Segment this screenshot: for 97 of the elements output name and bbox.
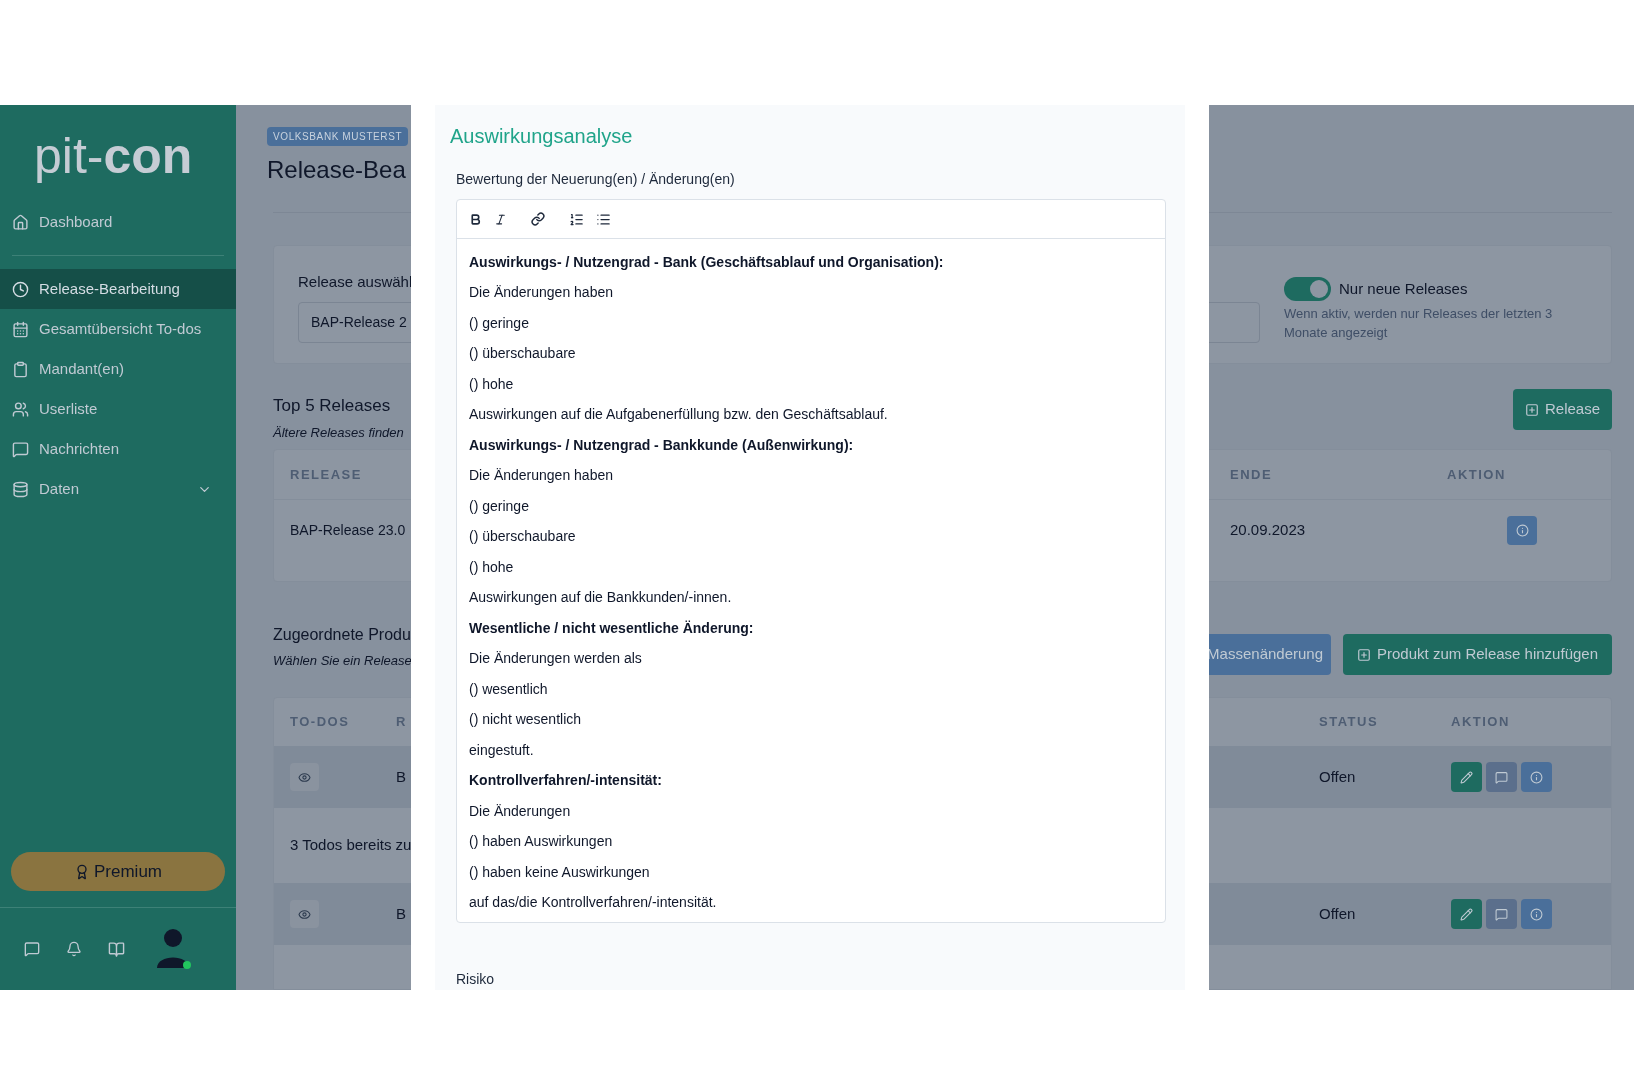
editor-text: Die Änderungen haben bbox=[469, 466, 614, 486]
notification-icon[interactable] bbox=[66, 941, 82, 957]
editor-text: () nicht wesentlich bbox=[469, 710, 583, 730]
award-icon bbox=[74, 863, 90, 880]
editor-text: () hohe bbox=[469, 557, 515, 577]
book-icon[interactable] bbox=[108, 940, 125, 958]
editor-text: () haben Auswirkungen bbox=[469, 832, 614, 852]
ordered-list-icon[interactable] bbox=[569, 211, 584, 227]
nav-icon bbox=[12, 400, 29, 418]
nav-item[interactable]: Mandant(en) bbox=[0, 349, 236, 389]
eye-icon bbox=[298, 770, 311, 784]
pencil-icon bbox=[1460, 907, 1473, 921]
nav-item[interactable]: Release-Bearbeitung bbox=[0, 269, 236, 309]
toggle-switch[interactable] bbox=[1284, 277, 1331, 301]
column-header: TO-DOS bbox=[290, 713, 350, 732]
eye-icon bbox=[298, 907, 311, 921]
column-header: STATUS bbox=[1319, 713, 1379, 732]
table-cell-text: BAP-Release 23.0 bbox=[290, 520, 406, 540]
comment-button[interactable] bbox=[1486, 899, 1517, 929]
section-title: Top 5 Releases bbox=[273, 395, 391, 417]
comment-icon bbox=[1495, 770, 1508, 784]
editor-heading: Wesentliche / nicht wesentliche Änderung: bbox=[469, 618, 755, 638]
table-cell-text: B bbox=[396, 903, 406, 924]
editor-text: () geringe bbox=[469, 313, 530, 333]
column-header: R bbox=[396, 713, 407, 732]
nav-icon bbox=[12, 213, 29, 231]
nav-item[interactable]: Gesamtübersicht To-dos bbox=[0, 309, 236, 349]
table-cell-text: Offen bbox=[1319, 766, 1356, 787]
editor-heading: Kontrollverfahren/-intensität: bbox=[469, 771, 663, 791]
editor-text: () hohe bbox=[469, 374, 515, 394]
client-badge: VOLKSBANK MUSTERST bbox=[267, 127, 409, 146]
comment-icon bbox=[1495, 907, 1508, 921]
info-icon bbox=[1515, 523, 1529, 537]
field-label: Release auswähl bbox=[298, 272, 413, 292]
plus-square-icon bbox=[1357, 647, 1372, 662]
italic-icon[interactable] bbox=[494, 212, 507, 226]
table-cell-text: B bbox=[396, 766, 406, 787]
column-header: RELEASE bbox=[290, 465, 362, 484]
info-button[interactable] bbox=[1521, 762, 1552, 792]
nav-item[interactable]: Nachrichten bbox=[0, 429, 236, 469]
column-header: ENDE bbox=[1230, 465, 1273, 484]
page-title: Release-Bea bbox=[267, 155, 406, 185]
rich-text-editor[interactable] bbox=[456, 199, 1166, 923]
modal-title: Auswirkungsanalyse bbox=[450, 124, 634, 149]
section-subtitle: Ältere Releases finden bbox=[273, 423, 404, 442]
nav-item[interactable]: Dashboard bbox=[0, 202, 236, 242]
bold-icon[interactable] bbox=[469, 212, 482, 226]
add-product-button[interactable]: Produkt zum Release hinzufügen bbox=[1343, 634, 1612, 675]
info-button[interactable] bbox=[1521, 899, 1552, 929]
editor-text: eingestuft. bbox=[469, 740, 535, 760]
editor-text: Die Änderungen bbox=[469, 801, 572, 821]
field-label: Bewertung der Neuerung(en) / Änderung(en) bbox=[456, 170, 736, 189]
table-cell-text: 20.09.2023 bbox=[1230, 519, 1306, 540]
bullet-list-icon[interactable] bbox=[596, 211, 611, 227]
info-button[interactable] bbox=[1507, 515, 1537, 545]
nav-icon bbox=[12, 320, 29, 338]
editor-text: Auswirkungen auf die Aufgabenerfüllung bzw. den Geschäftsablauf. bbox=[469, 405, 889, 425]
editor-text: () haben keine Auswirkungen bbox=[469, 862, 651, 882]
link-icon[interactable] bbox=[531, 212, 545, 226]
editor-heading: Auswirkungs- / Nutzengrad - Bankkunde (Außenwirkung): bbox=[469, 435, 855, 455]
plus-square-icon bbox=[1524, 402, 1539, 417]
comment-button[interactable] bbox=[1486, 762, 1517, 792]
info-icon bbox=[1530, 907, 1543, 921]
chat-icon[interactable] bbox=[24, 941, 40, 957]
section-title: Zugeordnete Produ bbox=[273, 625, 411, 645]
edit-button[interactable] bbox=[1451, 762, 1482, 792]
nav-item[interactable]: Userliste bbox=[0, 389, 236, 429]
section-subtitle: Wählen Sie ein Release bbox=[273, 652, 412, 670]
view-button[interactable] bbox=[290, 763, 319, 791]
nav-item[interactable]: Daten bbox=[0, 469, 236, 509]
todo-note: 3 Todos bereits zu bbox=[290, 835, 412, 856]
pencil-icon bbox=[1460, 770, 1473, 784]
column-header: AKTION bbox=[1451, 713, 1510, 732]
editor-text: Auswirkungen auf die Bankkunden/-innen. bbox=[469, 588, 733, 608]
toggle-hint: Wenn aktiv, werden nur Releases der letzten 3 Monate angezeigt bbox=[1284, 305, 1554, 342]
add-release-button[interactable]: Release bbox=[1512, 389, 1612, 430]
editor-text: Die Änderungen werden als bbox=[469, 649, 643, 669]
logo: pit-con bbox=[34, 127, 193, 185]
field-label: Risiko bbox=[456, 970, 496, 989]
editor-text: () überschaubare bbox=[469, 527, 577, 547]
editor-heading: Auswirkungs- / Nutzengrad - Bank (Geschäftsablauf und Organisation): bbox=[469, 252, 945, 272]
nav-icon bbox=[12, 480, 29, 498]
column-header: AKTION bbox=[1447, 465, 1506, 484]
info-icon bbox=[1530, 770, 1543, 784]
editor-text: () wesentlich bbox=[469, 679, 549, 699]
editor-text: () geringe bbox=[469, 496, 530, 516]
editor-text: Die Änderungen haben bbox=[469, 283, 614, 303]
edit-button[interactable] bbox=[1451, 899, 1482, 929]
premium-button[interactable]: Premium bbox=[11, 852, 225, 891]
view-button[interactable] bbox=[290, 900, 319, 928]
nav-icon bbox=[12, 280, 29, 298]
nav-icon bbox=[12, 440, 29, 458]
table-cell-text: Offen bbox=[1319, 903, 1356, 924]
editor-text: () überschaubare bbox=[469, 344, 577, 364]
nav-icon bbox=[12, 360, 29, 378]
editor-text: auf das/die Kontrollverfahren/-intensität. bbox=[469, 893, 718, 913]
toggle-label: Nur neue Releases bbox=[1339, 278, 1468, 299]
